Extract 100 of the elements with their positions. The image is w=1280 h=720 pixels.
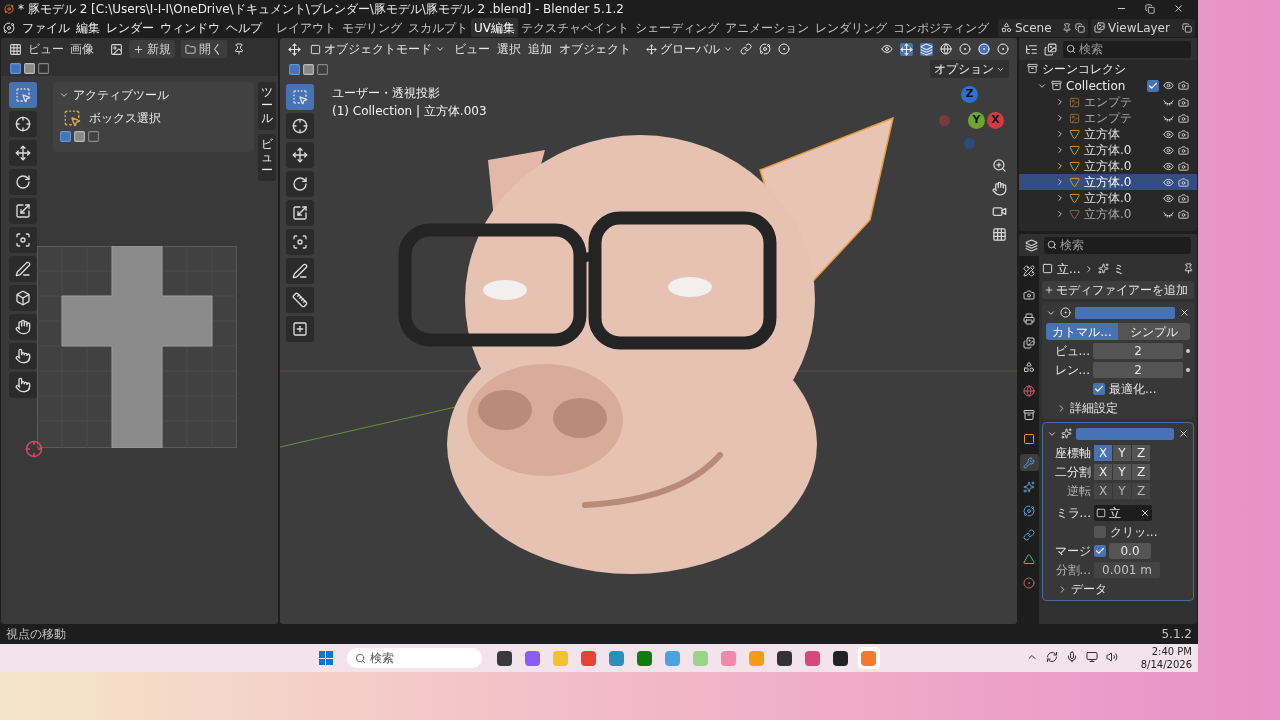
search-field[interactable]: 検索 (1063, 40, 1191, 58)
mode-toggle[interactable]: シンプル (1118, 323, 1190, 340)
select-mode-icon[interactable] (23, 61, 36, 75)
workspace-tab[interactable]: アニメーション (722, 18, 812, 37)
camera-icon[interactable] (992, 204, 1007, 219)
camera-icon[interactable] (1178, 192, 1189, 204)
axis-toggle[interactable]: X (1094, 444, 1112, 461)
breadcrumb-item[interactable]: 立... (1057, 259, 1081, 278)
menu-item[interactable]: オブジェクト (559, 40, 631, 58)
outliner-row[interactable]: 立方体 (1019, 126, 1197, 142)
hand-icon[interactable] (992, 181, 1007, 196)
axis-toggle[interactable]: Z (1132, 444, 1150, 461)
copy-icon[interactable] (1182, 22, 1192, 33)
tool-button[interactable] (286, 229, 314, 255)
select-mode-icon[interactable] (302, 62, 315, 76)
select-mode-icon[interactable] (288, 62, 301, 76)
workspace-tab[interactable]: スカルプト (405, 18, 471, 37)
tool-button[interactable] (9, 111, 37, 137)
tool-button[interactable] (286, 258, 314, 284)
editor-type-icon[interactable] (288, 42, 301, 56)
camera-icon[interactable] (1178, 128, 1189, 140)
select-mode-icon[interactable] (73, 130, 86, 143)
mode-toggle[interactable]: カトマル... (1046, 323, 1118, 340)
sidebar-tab[interactable]: ツール (258, 82, 276, 130)
tool-button[interactable] (9, 372, 37, 398)
chevron-icon[interactable] (59, 90, 69, 100)
eye-icon[interactable] (1163, 192, 1174, 204)
number-field[interactable]: 0.0 (1109, 542, 1151, 559)
select-mode-icon[interactable] (59, 130, 72, 143)
orientation-dropdown[interactable]: グローバル (646, 40, 733, 58)
add-modifier-button[interactable]: モディファイアーを追加 (1042, 281, 1194, 299)
camera-icon[interactable] (1178, 160, 1189, 172)
menu-item[interactable]: ビュー (454, 40, 490, 58)
camera-icon[interactable] (1178, 80, 1189, 91)
menu-item[interactable]: 編集 (73, 18, 103, 37)
editor-type-icon[interactable] (1025, 238, 1038, 252)
grid-icon[interactable] (992, 227, 1007, 242)
tool-button[interactable] (286, 200, 314, 226)
sidebar-tab[interactable]: ビュー (258, 133, 276, 182)
pin-icon[interactable] (1183, 263, 1194, 274)
menu-item[interactable]: 選択 (497, 40, 521, 58)
tool-button[interactable] (9, 227, 37, 253)
tool-button[interactable] (286, 316, 314, 342)
modifier-name-field[interactable] (1075, 306, 1175, 319)
outliner-row[interactable]: 立方体.0 (1019, 190, 1197, 206)
open-image-button[interactable]: 開く (181, 40, 227, 58)
menu-item[interactable]: ビュー (28, 40, 64, 58)
checkbox[interactable] (1147, 79, 1159, 92)
tool-button[interactable] (9, 198, 37, 224)
camera-icon[interactable] (1178, 208, 1189, 220)
axis-toggle[interactable]: Z (1132, 463, 1150, 480)
eye-icon[interactable] (881, 43, 893, 55)
eye-icon[interactable] (1163, 80, 1174, 91)
number-field[interactable]: 2 (1093, 342, 1183, 359)
eye-icon[interactable] (1163, 128, 1174, 140)
outliner-row[interactable]: エンプテ (1019, 110, 1197, 126)
image-icon[interactable] (110, 42, 123, 56)
menu-item[interactable]: ウィンドウ (157, 18, 223, 37)
menu-item[interactable]: ファイル (19, 18, 73, 37)
close-icon[interactable] (1178, 428, 1189, 439)
section-toggle[interactable]: データ (1071, 580, 1107, 598)
section-toggle[interactable]: 詳細設定 (1070, 399, 1118, 417)
eye-icon[interactable] (1163, 176, 1174, 188)
outliner-row[interactable]: 立方体.0 (1019, 174, 1197, 190)
editor-type-icon[interactable] (1025, 42, 1038, 56)
monitor-icon[interactable] (1086, 651, 1098, 663)
select-mode-icon[interactable] (87, 130, 100, 143)
checkbox[interactable] (1093, 382, 1105, 395)
tree-item[interactable]: シーンコレクシ (1042, 62, 1126, 75)
tool-button[interactable] (9, 140, 37, 166)
tool-button[interactable] (9, 343, 37, 369)
checkbox[interactable] (1094, 525, 1106, 538)
close-icon[interactable] (1179, 307, 1190, 318)
panel-title[interactable]: アクティブツール (73, 86, 169, 104)
workspace-tab[interactable]: UV編集 (471, 18, 518, 37)
camera-icon[interactable] (1178, 96, 1189, 108)
workspace-tab[interactable]: モデリング (339, 18, 405, 37)
select-mode-icon[interactable] (9, 61, 22, 75)
outliner-row[interactable]: エンプテ (1019, 94, 1197, 110)
workspace-tab[interactable]: レイアウト (273, 18, 339, 37)
number-field[interactable]: 2 (1093, 361, 1183, 378)
pin-icon[interactable] (233, 43, 245, 55)
search-field[interactable]: 検索 (1044, 236, 1191, 254)
workspace-tab[interactable]: テクスチャペイント (518, 18, 632, 37)
tool-button[interactable] (9, 256, 37, 282)
view-layer-selector[interactable]: ViewLayer (1091, 18, 1195, 37)
workspace-tab[interactable]: レンダリング (812, 18, 890, 37)
clear-icon[interactable] (1140, 507, 1150, 518)
modifier-name-field[interactable] (1076, 427, 1174, 440)
tool-button[interactable] (286, 113, 314, 139)
camera-icon[interactable] (1178, 112, 1189, 124)
object-field[interactable]: 立 (1094, 504, 1152, 521)
microphone-icon[interactable] (1066, 651, 1078, 663)
eye-icon[interactable] (1163, 144, 1174, 156)
select-mode-icon[interactable] (316, 62, 329, 76)
sync-icon[interactable] (1046, 651, 1058, 663)
camera-icon[interactable] (1178, 144, 1189, 156)
outliner-row[interactable]: 立方体.0 (1019, 158, 1197, 174)
tool-button[interactable] (9, 169, 37, 195)
axis-toggle[interactable]: Y (1113, 444, 1131, 461)
